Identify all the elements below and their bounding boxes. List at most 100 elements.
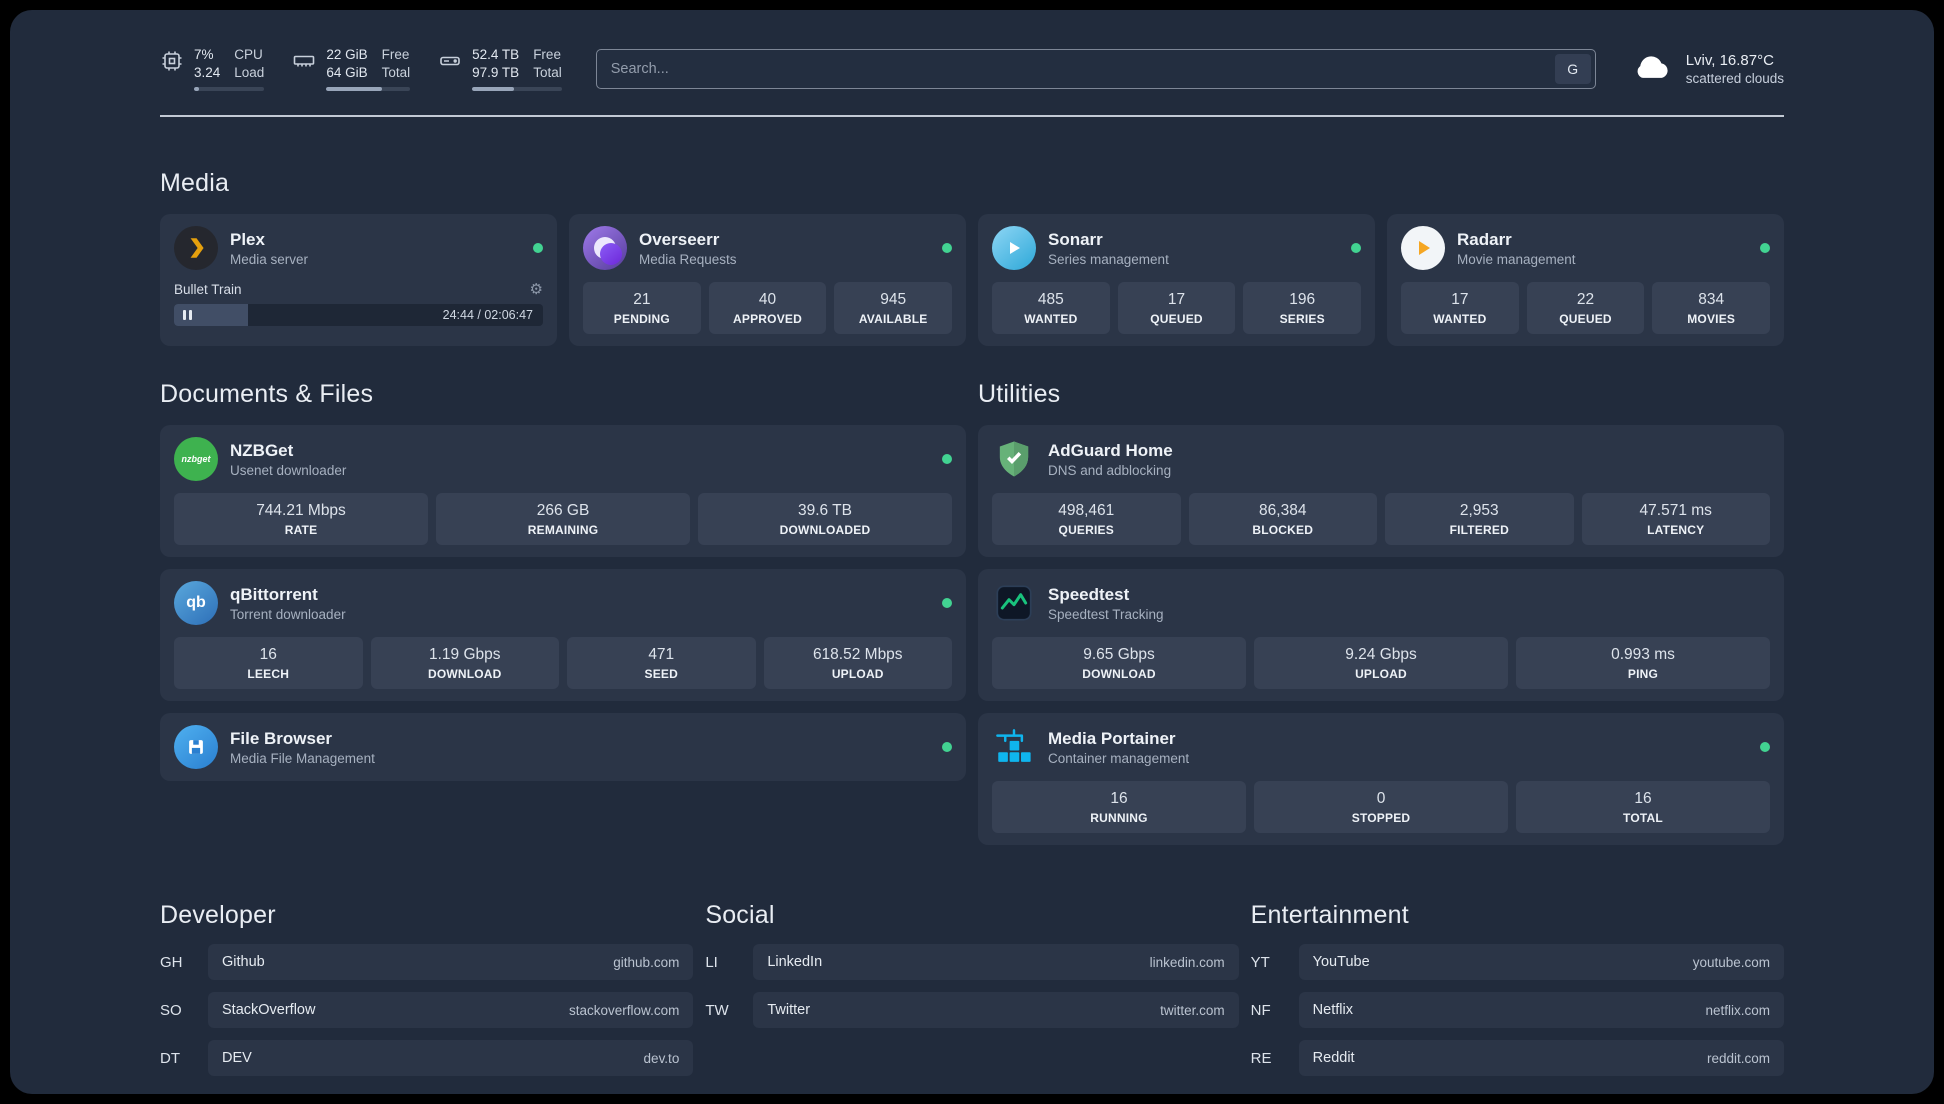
playback-time: 24:44 / 02:06:47 bbox=[442, 308, 533, 322]
stat-value: 39.6 TB bbox=[797, 502, 852, 519]
stat-wanted: 485 WANTED bbox=[992, 282, 1110, 334]
disk-icon bbox=[438, 49, 462, 78]
service-name: Speedtest bbox=[1048, 584, 1130, 604]
stat-label: UPLOAD bbox=[831, 667, 884, 681]
service-name: Radarr bbox=[1457, 229, 1512, 249]
bookmark-name: LinkedIn bbox=[767, 954, 823, 970]
bookmark-link-github[interactable]: Github github.com bbox=[208, 944, 694, 980]
service-card-adguard[interactable]: AdGuard Home DNS and adblocking 498,461 … bbox=[978, 425, 1784, 557]
bookmark-abbr: GH bbox=[160, 953, 183, 971]
status-dot bbox=[942, 742, 952, 752]
bookmark-domain: github.com bbox=[613, 954, 680, 970]
bookmark-name: Netflix bbox=[1312, 1002, 1353, 1018]
bookmark-twitter: TW Twitter twitter.com bbox=[705, 992, 1239, 1028]
weather-widget: Lviv, 16.87°C scattered clouds bbox=[1630, 44, 1784, 93]
stat-label: DOWNLOAD bbox=[1082, 667, 1156, 681]
resource-widgets: 7% 3.24 CPU Load 22 GiB 64 GiB Free Tota… bbox=[160, 46, 562, 92]
service-card-filebrowser[interactable]: File Browser Media File Management bbox=[160, 713, 966, 781]
stat-label: QUEUED bbox=[1559, 312, 1612, 326]
service-name: Plex bbox=[230, 229, 265, 249]
stat-value: 22 bbox=[1576, 291, 1595, 308]
service-card-overseerr[interactable]: Overseerr Media Requests 21 PENDING 40 A… bbox=[569, 214, 966, 346]
stat-label: REMAINING bbox=[527, 523, 599, 537]
weather-condition: scattered clouds bbox=[1685, 70, 1784, 86]
service-card-portainer[interactable]: Media Portainer Container management 16 … bbox=[978, 713, 1784, 845]
bookmark-name: YouTube bbox=[1312, 954, 1370, 970]
stat-label: WANTED bbox=[1024, 312, 1078, 326]
bookmark-github: GH Github github.com bbox=[160, 944, 694, 980]
section-title-documents: Documents & Files bbox=[160, 380, 374, 408]
stat-movies: 834 MOVIES bbox=[1652, 282, 1771, 334]
stat-value: 9.24 Gbps bbox=[1345, 646, 1417, 663]
disk-total-value: 97.9 TB bbox=[472, 65, 520, 80]
stat-remaining: 266 GB REMAINING bbox=[436, 493, 690, 545]
stat-label: RUNNING bbox=[1090, 811, 1148, 825]
search-bar: G bbox=[595, 48, 1596, 89]
utilities-column: Utilities AdGuard Home DNS and adblockin… bbox=[978, 380, 1784, 845]
stat-download: 1.19 Gbps DOWNLOAD bbox=[370, 637, 559, 689]
dashboard-content: 7% 3.24 CPU Load 22 GiB 64 GiB Free Tota… bbox=[10, 10, 1934, 1094]
service-name: File Browser bbox=[230, 728, 333, 748]
stat-upload: 618.52 Mbps UPLOAD bbox=[763, 637, 952, 689]
ram-total-value: 64 GiB bbox=[326, 65, 368, 80]
search-input[interactable] bbox=[595, 48, 1596, 89]
service-card-nzbget[interactable]: nzbget NZBGet Usenet downloader 744.21 M… bbox=[160, 425, 966, 557]
bookmark-link-youtube[interactable]: YouTube youtube.com bbox=[1298, 944, 1784, 980]
service-description: Movie management bbox=[1457, 251, 1576, 267]
filebrowser-icon bbox=[174, 725, 218, 769]
bookmark-domain: youtube.com bbox=[1692, 954, 1770, 970]
stat-value: 2,953 bbox=[1459, 502, 1499, 519]
stat-queued: 17 QUEUED bbox=[1117, 282, 1236, 334]
bookmark-link-stackoverflow[interactable]: StackOverflow stackoverflow.com bbox=[208, 992, 694, 1028]
service-description: Series management bbox=[1048, 251, 1169, 267]
bookmark-abbr: NF bbox=[1250, 1001, 1271, 1019]
status-dot bbox=[533, 243, 543, 253]
service-card-radarr[interactable]: Radarr Movie management 17 WANTED 22 QUE… bbox=[1387, 214, 1784, 346]
service-description: Media File Management bbox=[230, 750, 375, 766]
service-card-qbittorrent[interactable]: qb qBittorrent Torrent downloader 16 LEE… bbox=[160, 569, 966, 701]
developer-column: Developer GH Github github.com SO StackO… bbox=[160, 901, 694, 1076]
bookmark-link-twitter[interactable]: Twitter twitter.com bbox=[753, 992, 1239, 1028]
plex-now-playing: Bullet Train ⚙ 24:44 / 02:06:47 bbox=[174, 282, 543, 326]
service-card-plex[interactable]: Plex Media server Bullet Train ⚙ 24:44 /… bbox=[160, 214, 557, 346]
pause-icon[interactable] bbox=[183, 310, 192, 320]
bookmark-name: Reddit bbox=[1312, 1050, 1355, 1066]
stat-value: 618.52 Mbps bbox=[812, 646, 903, 663]
bookmark-link-reddit[interactable]: Reddit reddit.com bbox=[1298, 1040, 1784, 1076]
stat-value: 16 bbox=[1110, 790, 1128, 807]
playback-progress-bar: 24:44 / 02:06:47 bbox=[174, 304, 543, 326]
stat-label: AVAILABLE bbox=[858, 312, 928, 326]
stat-rate: 744.21 Mbps RATE bbox=[174, 493, 428, 545]
service-card-sonarr[interactable]: Sonarr Series management 485 WANTED 17 Q… bbox=[978, 214, 1375, 346]
bookmark-dev: DT DEV dev.to bbox=[160, 1040, 694, 1076]
ram-label-top: Free bbox=[381, 46, 410, 62]
service-description: Media server bbox=[230, 251, 309, 267]
bookmark-abbr: YT bbox=[1250, 953, 1270, 971]
service-description: Speedtest Tracking bbox=[1048, 606, 1164, 622]
service-name: qBittorrent bbox=[230, 584, 318, 604]
cpu-icon bbox=[160, 49, 184, 78]
stat-value: 1.19 Gbps bbox=[428, 646, 501, 663]
entertainment-column: Entertainment YT YouTube youtube.com NF … bbox=[1251, 901, 1784, 1076]
stat-approved: 40 APPROVED bbox=[708, 282, 827, 334]
bookmark-domain: reddit.com bbox=[1706, 1050, 1770, 1066]
cpu-load-value: 3.24 bbox=[194, 65, 221, 80]
search-provider-button[interactable]: G bbox=[1554, 53, 1591, 84]
bookmark-netflix: NF Netflix netflix.com bbox=[1251, 992, 1784, 1028]
cpu-label-bottom: Load bbox=[234, 65, 265, 80]
stat-downloaded: 39.6 TB DOWNLOADED bbox=[698, 493, 952, 545]
bookmark-domain: linkedin.com bbox=[1149, 954, 1225, 970]
section-title-media: Media bbox=[160, 169, 230, 197]
status-dot bbox=[1351, 243, 1361, 253]
service-card-speedtest[interactable]: Speedtest Speedtest Tracking 9.65 Gbps D… bbox=[978, 569, 1784, 701]
bookmark-link-dev[interactable]: DEV dev.to bbox=[208, 1040, 694, 1076]
service-description: DNS and adblocking bbox=[1048, 462, 1172, 478]
gear-icon[interactable]: ⚙ bbox=[530, 282, 543, 297]
ram-widget: 22 GiB 64 GiB Free Total bbox=[292, 46, 411, 92]
bookmark-stackoverflow: SO StackOverflow stackoverflow.com bbox=[160, 992, 694, 1028]
weather-location: Lviv, 16.87°C bbox=[1685, 51, 1774, 69]
bookmark-name: Twitter bbox=[767, 1002, 811, 1018]
bookmark-link-linkedin[interactable]: LinkedIn linkedin.com bbox=[753, 944, 1239, 980]
bookmark-link-netflix[interactable]: Netflix netflix.com bbox=[1298, 992, 1784, 1028]
disk-widget: 52.4 TB 97.9 TB Free Total bbox=[438, 46, 562, 92]
